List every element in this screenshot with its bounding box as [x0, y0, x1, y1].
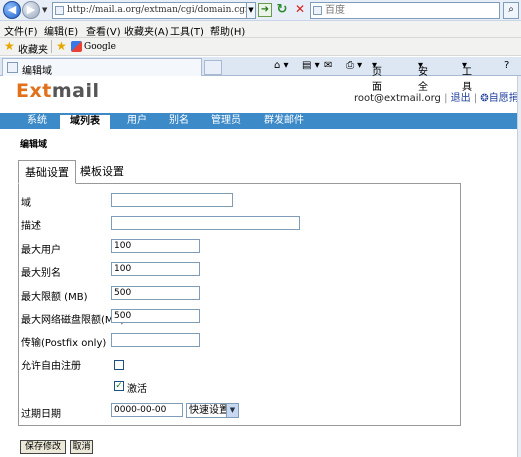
favorite-link-google[interactable]: Google: [84, 42, 116, 52]
browser-menu-bar: 文件(F) 编辑(E) 查看(V) 收藏夹(A) 工具(T) 帮助(H): [0, 21, 521, 38]
max-quota-label: 最大限额 (MB): [21, 292, 88, 303]
cancel-button[interactable]: 取消: [70, 440, 93, 454]
quick-set-value: 快速设置: [189, 405, 229, 416]
menu-file[interactable]: 文件(F): [4, 23, 38, 38]
google-icon: [71, 41, 82, 52]
logout-link[interactable]: 退出: [451, 93, 471, 104]
transport-input[interactable]: [111, 333, 200, 347]
donate-icon: ❂: [480, 93, 489, 104]
user-separator: |: [444, 93, 448, 104]
safety-menu[interactable]: 安全 ▾: [418, 60, 428, 93]
page-title: 编辑域: [20, 140, 48, 150]
nav-admins[interactable]: 管理员: [206, 113, 246, 129]
search-placeholder: 百度: [325, 5, 345, 16]
back-icon[interactable]: ◀: [3, 1, 21, 19]
add-favorite-icon[interactable]: ★: [56, 39, 67, 53]
tools-menu[interactable]: 工具 ▾: [462, 60, 472, 93]
menu-view[interactable]: 查看(V): [86, 23, 121, 38]
max-alias-label: 最大别名: [21, 268, 61, 279]
logo-ext: Ext: [16, 80, 52, 102]
print-icon[interactable]: ⎙ ▾: [346, 60, 362, 71]
menu-tools[interactable]: 工具(T): [170, 23, 204, 38]
feeds-icon[interactable]: ▤ ▾: [302, 60, 320, 71]
url-text: http://mail.а.org/extman/cgi/domain.cgi?…: [67, 5, 250, 15]
nav-users[interactable]: 用户: [120, 113, 154, 129]
description-label: 描述: [21, 221, 41, 232]
allow-signup-label: 允许自由注册: [21, 361, 81, 372]
allow-signup-checkbox[interactable]: [114, 360, 124, 370]
max-users-input[interactable]: [111, 239, 200, 253]
url-input[interactable]: http://mail.а.org/extman/cgi/domain.cgi?…: [52, 2, 250, 19]
browser-tab[interactable]: 编辑域: [2, 58, 202, 77]
refresh-icon[interactable]: ↻: [275, 3, 289, 17]
max-netdisk-input[interactable]: [111, 309, 200, 323]
new-tab-button[interactable]: [204, 60, 222, 75]
max-netdisk-label: 最大网络磁盘限额(MB): [21, 315, 125, 326]
menu-favorites[interactable]: 收藏夹(A): [124, 23, 169, 38]
go-icon[interactable]: ➜: [258, 3, 272, 17]
transport-label: 传输(Postfix only): [21, 338, 107, 349]
expire-date-label: 过期日期: [21, 409, 61, 420]
max-users-label: 最大用户: [21, 245, 61, 256]
home-icon[interactable]: ⌂ ▾: [274, 60, 289, 71]
favorites-button[interactable]: 收藏夹: [18, 41, 48, 56]
page-menu[interactable]: 页面 ▾: [372, 60, 382, 93]
history-dropdown-icon[interactable]: ▼: [42, 6, 47, 14]
browser-address-bar: ◀ ▶ ▼ http://mail.а.org/extman/cgi/domai…: [0, 0, 521, 21]
forward-icon[interactable]: ▶: [22, 1, 40, 19]
url-dropdown-icon[interactable]: ▼: [246, 2, 256, 19]
favorites-star-icon[interactable]: ★: [4, 39, 15, 53]
save-button[interactable]: 保存修改: [20, 440, 66, 454]
search-engine-icon: [313, 6, 322, 15]
donate-link[interactable]: ❂自愿捐助: [480, 93, 521, 104]
user-email: root@extmail.org: [354, 93, 441, 104]
nav-mass-mail[interactable]: 群发邮件: [258, 113, 310, 129]
active-checkbox[interactable]: ✓: [114, 381, 124, 391]
user-separator: |: [473, 93, 478, 104]
menu-help[interactable]: 帮助(H): [210, 23, 245, 38]
chevron-down-icon: ▼: [226, 404, 238, 417]
help-icon[interactable]: ?: [504, 60, 509, 71]
extmail-logo: Extmail: [16, 80, 99, 102]
tab-page-icon: [7, 62, 18, 73]
page-icon: [55, 6, 64, 15]
tab-basic-settings[interactable]: 基础设置: [18, 160, 76, 184]
nav-system[interactable]: 系统: [20, 113, 54, 129]
tab-title: 编辑域: [22, 66, 52, 77]
logo-mail: mail: [51, 80, 100, 102]
favorites-divider: [51, 40, 52, 53]
description-input[interactable]: [111, 216, 300, 230]
tab-template-settings[interactable]: 模板设置: [74, 160, 130, 184]
active-label: 激活: [127, 384, 147, 395]
domain-label: 域: [21, 198, 31, 209]
quick-set-select[interactable]: 快速设置 ▼: [186, 403, 239, 418]
stop-icon[interactable]: ✕: [293, 3, 307, 17]
user-info: root@extmail.org | 退出 | ❂自愿捐助: [354, 89, 521, 104]
expire-date-input[interactable]: [111, 403, 183, 417]
max-quota-input[interactable]: [111, 286, 200, 300]
browser-tab-bar: 编辑域 ⌂ ▾ ▤ ▾ ✉ ⎙ ▾ 页面 ▾ 安全 ▾ 工具 ▾ ?: [0, 57, 521, 93]
favorites-bar: ★ 收藏夹 ★ Google: [0, 38, 521, 56]
menu-edit[interactable]: 编辑(E): [44, 23, 78, 38]
search-icon[interactable]: ⌕: [503, 2, 519, 19]
domain-input[interactable]: [111, 193, 233, 207]
max-alias-input[interactable]: [111, 262, 200, 276]
nav-domain-list[interactable]: 域列表: [60, 113, 110, 129]
page-scrollbar[interactable]: [517, 76, 521, 457]
main-nav: 系统 域列表 用户 别名 管理员 群发邮件: [0, 113, 517, 129]
search-input[interactable]: 百度: [310, 2, 500, 19]
mail-icon[interactable]: ✉: [324, 60, 332, 71]
nav-alias[interactable]: 别名: [162, 113, 196, 129]
